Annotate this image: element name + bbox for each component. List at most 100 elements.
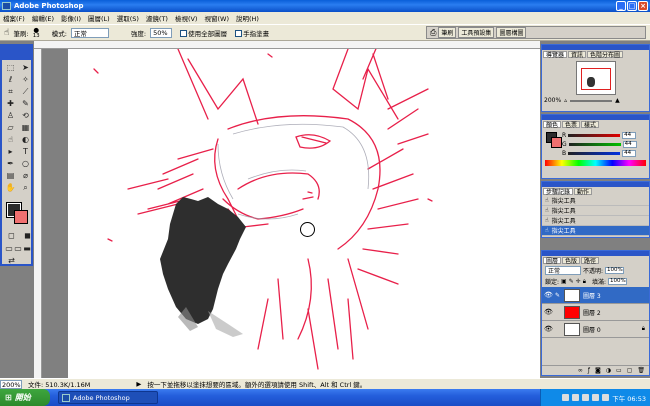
history-item-current[interactable]: ☝ 指尖工具 [542,226,649,236]
trash-icon[interactable]: 🗑︎ [637,367,645,374]
marquee-tool-icon[interactable]: ⬚ [4,62,17,73]
sample-all-layers-checkbox[interactable]: 使用全部圖層 [180,28,227,38]
start-button[interactable]: ⊞ 開始 [0,389,50,406]
menu-filter[interactable]: 濾鏡(T) [146,13,168,23]
menu-edit[interactable]: 編輯(E) [32,13,54,23]
palette-tab-brushes[interactable]: 筆刷 [438,27,457,38]
layer-mask-icon[interactable]: ◙ [595,367,601,374]
layer-row-layer-3[interactable]: 👁︎ ✎ 圖層 3 [542,287,649,304]
menu-help[interactable]: 說明(H) [236,13,259,23]
tab-channels[interactable]: 色版 [562,257,581,265]
menu-select[interactable]: 選取(S) [117,13,139,23]
shape-tool-icon[interactable]: ○ [19,158,32,169]
lock-all-icon[interactable]: 🔒︎ [583,278,586,286]
restore-button[interactable]: □ [627,1,637,11]
type-tool-icon[interactable]: T [19,146,32,157]
fill-input[interactable]: 100% [608,278,627,285]
visibility-eye-icon[interactable]: 👁︎ [544,308,553,316]
link-layers-icon[interactable]: ∞ [578,367,583,374]
opacity-input[interactable]: 100% [605,267,625,274]
tab-layers[interactable]: 圖層 [543,257,562,265]
tab-swatches[interactable]: 色票 [562,121,581,129]
blue-channel-slider[interactable] [568,152,621,155]
background-color-swatch[interactable] [14,210,28,224]
menu-file[interactable]: 檔案(F) [3,13,25,23]
hand-tool-icon[interactable]: ✋ [4,182,17,193]
lock-transparency-icon[interactable]: ▣ [561,278,567,285]
new-group-icon[interactable]: ▭ [616,367,622,374]
tray-icon[interactable] [562,394,570,401]
dodge-tool-icon[interactable]: ◐ [19,134,32,145]
slice-tool-icon[interactable]: ⟋ [19,86,32,97]
navigator-view-box[interactable] [580,68,611,90]
screen-mode-standard-icon[interactable]: ▭ [5,243,13,254]
tab-styles[interactable]: 樣式 [581,121,600,129]
jump-to-imageready-icon[interactable]: ⇄ [5,255,18,266]
brush-tool-icon[interactable]: ✎ [19,98,32,109]
path-selection-tool-icon[interactable]: ▸ [4,146,17,157]
eraser-tool-icon[interactable]: ▱ [4,122,17,133]
menu-window[interactable]: 視窗(W) [204,13,229,23]
taskbar-photoshop-button[interactable]: Adobe Photoshop [58,391,158,404]
history-item[interactable]: ☝ 指尖工具 [542,206,649,216]
gradient-tool-icon[interactable]: ▦ [19,122,32,133]
eyedropper-tool-icon[interactable]: ⌀ [19,170,32,181]
visibility-eye-icon[interactable]: 👁︎ [544,291,553,299]
history-brush-tool-icon[interactable]: ⟲ [19,110,32,121]
visibility-eye-icon[interactable]: 👁︎ [544,325,553,333]
volume-icon[interactable] [602,394,610,401]
move-tool-icon[interactable]: ➤ [19,62,32,73]
color-panel-bg-swatch[interactable] [551,137,562,148]
zoom-tool-icon[interactable]: ⌕ [19,182,32,193]
lock-position-icon[interactable]: ✛ [576,278,581,285]
magic-wand-tool-icon[interactable]: ✧ [19,74,32,85]
lock-image-icon[interactable]: ✎ [569,278,574,285]
navigator-zoom-value[interactable]: 200% [544,97,561,104]
layer-row-layer-0[interactable]: 👁︎ 圖層 0 🔒︎ [542,321,649,338]
navigator-zoom-slider[interactable] [570,99,613,102]
tab-paths[interactable]: 路徑 [581,257,600,265]
standard-mode-icon[interactable]: ◻ [5,230,18,241]
tab-color[interactable]: 顏色 [543,121,562,129]
pen-tool-icon[interactable]: ✒ [4,158,17,169]
green-channel-slider[interactable] [568,143,621,146]
quick-mask-mode-icon[interactable]: ◼ [21,230,34,241]
minimize-button[interactable]: _ [616,1,626,11]
red-channel-slider[interactable] [568,134,621,137]
layer-row-layer-2[interactable]: 👁︎ 圖層 2 [542,304,649,321]
navigator-preview[interactable] [575,61,616,95]
screen-mode-full-menu-icon[interactable]: ▭ [14,243,22,254]
tab-histogram[interactable]: 色階分布圖 [587,51,624,59]
blue-channel-value[interactable]: 44 [622,150,637,157]
color-spectrum-bar[interactable] [545,160,646,166]
status-zoom-input[interactable]: 200% [0,379,22,389]
tab-navigator[interactable]: 導覽器 [543,51,568,59]
notes-tool-icon[interactable]: ▤ [4,170,17,181]
zoom-in-icon[interactable]: ▲ [615,97,620,104]
adjustment-layer-icon[interactable]: ◑ [606,367,611,374]
smudge-tool-preset-icon[interactable]: ☝ [4,28,9,38]
brush-picker[interactable]: ● 13 [33,26,40,38]
close-button[interactable]: × [638,1,648,11]
green-channel-value[interactable]: 44 [622,141,637,148]
crop-tool-icon[interactable]: ⌗ [4,86,17,97]
tab-history[interactable]: 步驟記錄 [543,188,574,196]
tray-icon[interactable] [582,394,590,401]
finger-painting-checkbox[interactable]: 手指塗畫 [235,28,269,38]
zoom-out-icon[interactable]: ▵ [564,97,567,104]
tray-icon[interactable] [572,394,580,401]
tab-actions[interactable]: 動作 [574,188,593,196]
strength-input[interactable]: 50% [150,27,173,38]
clock[interactable]: 下午 06:53 [612,393,646,403]
palette-tab-tool-presets[interactable]: 工具預設集 [458,27,495,38]
menu-layer[interactable]: 圖層(L) [88,13,110,23]
lasso-tool-icon[interactable]: ℓ [4,74,17,85]
screen-mode-full-icon[interactable]: ▬ [23,243,31,254]
palette-tab-layer-comps[interactable]: 圖層構圖 [496,27,527,38]
mode-select[interactable]: 正常 [70,27,109,38]
blend-mode-select[interactable]: 正常 [545,266,581,275]
smudge-tool-icon[interactable]: ☝ [4,134,17,145]
document-canvas[interactable] [68,49,540,378]
tab-info[interactable]: 資訊 [568,51,587,59]
menu-image[interactable]: 影像(I) [61,13,81,23]
